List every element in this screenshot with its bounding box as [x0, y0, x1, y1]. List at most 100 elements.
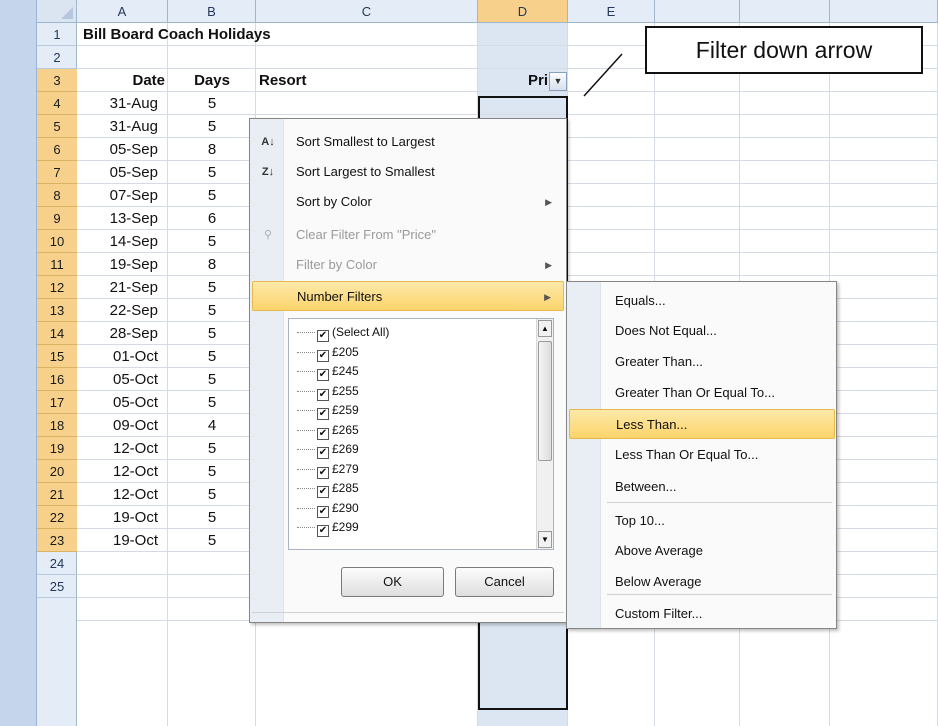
cell[interactable]: 5 [168, 322, 256, 345]
cell[interactable]: 14-Sep [77, 230, 168, 253]
row-header[interactable]: 3 [37, 69, 77, 92]
row-header[interactable]: 4 [37, 92, 77, 115]
cancel-button[interactable]: Cancel [455, 567, 554, 597]
row-header[interactable]: 23 [37, 529, 77, 552]
checkbox-icon[interactable]: ✔ [317, 408, 329, 420]
checklist-item[interactable]: ✔ £255 [297, 382, 359, 401]
value-checklist[interactable]: ✔ (Select All) ✔ £205 ✔ £245 ✔ £255 ✔ £259 ✔ £265 ✔ £… [288, 318, 554, 550]
row-header[interactable]: 14 [37, 322, 77, 345]
row-header[interactable]: 10 [37, 230, 77, 253]
cell[interactable]: Days [168, 69, 256, 92]
column-header-blank[interactable] [830, 0, 938, 23]
checklist-item[interactable]: ✔ £269 [297, 440, 359, 459]
cell[interactable]: 8 [168, 138, 256, 161]
cell[interactable]: 22-Sep [77, 299, 168, 322]
column-header-e[interactable]: E [568, 0, 655, 23]
row-header[interactable]: 19 [37, 437, 77, 460]
cell[interactable]: 05-Oct [77, 391, 168, 414]
row-header[interactable]: 6 [37, 138, 77, 161]
checkbox-icon[interactable]: ✔ [317, 349, 329, 362]
row-header[interactable]: 2 [37, 46, 77, 69]
checklist-item[interactable]: ✔ £279 [297, 460, 359, 479]
cell[interactable]: 28-Sep [77, 322, 168, 345]
cell[interactable]: 05-Sep [77, 161, 168, 184]
column-header-b[interactable]: B [168, 0, 256, 23]
cell[interactable]: 5 [168, 345, 256, 368]
cell[interactable]: 5 [168, 529, 256, 552]
row-header[interactable]: 1 [37, 23, 77, 46]
filter-option-greater-than-or-equal-to[interactable]: Greater Than Or Equal To... [569, 378, 835, 408]
row-header[interactable]: 16 [37, 368, 77, 391]
sheet-title-cell[interactable]: Bill Board Coach Holidays [77, 23, 437, 46]
cell[interactable]: 5 [168, 460, 256, 483]
filter-dropdown-arrow-icon[interactable]: ▼ [549, 72, 567, 91]
checklist-item[interactable]: ✔ £265 [297, 421, 359, 440]
ok-button[interactable]: OK [341, 567, 444, 597]
number-filters-item[interactable]: Number Filters ▶ [252, 281, 564, 311]
checkbox-icon[interactable]: ✔ [317, 525, 329, 537]
cell[interactable]: 5 [168, 299, 256, 322]
cell[interactable]: 6 [168, 207, 256, 230]
row-header[interactable]: 11 [37, 253, 77, 276]
checkbox-icon[interactable]: ✔ [317, 447, 329, 459]
checklist-item[interactable]: ✔ £285 [297, 479, 359, 498]
cell[interactable]: 5 [168, 276, 256, 299]
row-header[interactable]: 21 [37, 483, 77, 506]
checklist-item[interactable]: ✔ £205 [297, 343, 359, 362]
checklist-item[interactable]: ✔ £259 [297, 401, 359, 420]
row-header[interactable]: 25 [37, 575, 77, 598]
filter-option-greater-than[interactable]: Greater Than... [569, 347, 835, 377]
sort-by-color-item[interactable]: Sort by Color ▶ [252, 187, 564, 217]
cell[interactable]: 4 [168, 414, 256, 437]
cell[interactable]: 05-Oct [77, 368, 168, 391]
row-header[interactable]: 20 [37, 460, 77, 483]
cell[interactable]: 19-Sep [77, 253, 168, 276]
row-header[interactable]: 12 [37, 276, 77, 299]
cell[interactable]: Resort [256, 69, 478, 92]
cell[interactable]: 19-Oct [77, 529, 168, 552]
cell[interactable]: 5 [168, 161, 256, 184]
cell[interactable]: 5 [168, 230, 256, 253]
filter-option-below-average[interactable]: Below Average [569, 567, 835, 597]
cell[interactable]: 12-Oct [77, 460, 168, 483]
row-header[interactable]: 22 [37, 506, 77, 529]
checkbox-icon[interactable]: ✔ [317, 486, 329, 498]
checklist-item[interactable]: ✔ £290 [297, 499, 359, 518]
checklist-item[interactable]: ✔ £299 [297, 518, 359, 537]
row-header[interactable]: 13 [37, 299, 77, 322]
cell[interactable]: 01-Oct [77, 345, 168, 368]
cell[interactable]: 5 [168, 368, 256, 391]
cell[interactable]: 07-Sep [77, 184, 168, 207]
filter-option-above-average[interactable]: Above Average [569, 536, 835, 566]
cell[interactable]: 05-Sep [77, 138, 168, 161]
filter-option-less-than[interactable]: Less Than... [569, 409, 835, 439]
row-header[interactable]: 9 [37, 207, 77, 230]
cell[interactable]: 31-Aug [77, 92, 168, 115]
sort-ascending-item[interactable]: A↓ Sort Smallest to Largest [252, 127, 564, 157]
filter-option-custom-filter[interactable]: Custom Filter... [569, 599, 835, 629]
checkbox-icon[interactable]: ✔ [317, 505, 329, 518]
row-header[interactable]: 15 [37, 345, 77, 368]
cell[interactable]: 19-Oct [77, 506, 168, 529]
filter-option-top-10[interactable]: Top 10... [569, 506, 835, 536]
filter-option-does-not-equal[interactable]: Does Not Equal... [569, 316, 835, 346]
column-headers[interactable]: ABCDE [37, 0, 938, 23]
row-header[interactable]: 17 [37, 391, 77, 414]
filter-option-between[interactable]: Between... [569, 472, 835, 502]
cell[interactable]: 09-Oct [77, 414, 168, 437]
cell[interactable]: Date [77, 69, 168, 92]
column-header-blank[interactable] [655, 0, 740, 23]
checklist-item[interactable]: ✔ £245 [297, 362, 359, 381]
cell[interactable]: 31-Aug [77, 115, 168, 138]
cell[interactable]: 12-Oct [77, 437, 168, 460]
checkbox-icon[interactable]: ✔ [317, 466, 329, 479]
column-header-blank[interactable] [740, 0, 830, 23]
sort-descending-item[interactable]: Z↓ Sort Largest to Smallest [252, 157, 564, 187]
row-header[interactable]: 18 [37, 414, 77, 437]
row-header[interactable]: 7 [37, 161, 77, 184]
column-header-c[interactable]: C [256, 0, 478, 23]
cell[interactable]: 13-Sep [77, 207, 168, 230]
checklist-scrollbar[interactable]: ▲ ▼ [536, 319, 553, 549]
row-headers[interactable]: 1 2 3 4 5 6 7 8 9 10 11 12 13 14 15 16 17 18 19 20 21 22 23 24 2… [37, 23, 77, 726]
checkbox-icon[interactable]: ✔ [317, 427, 329, 440]
